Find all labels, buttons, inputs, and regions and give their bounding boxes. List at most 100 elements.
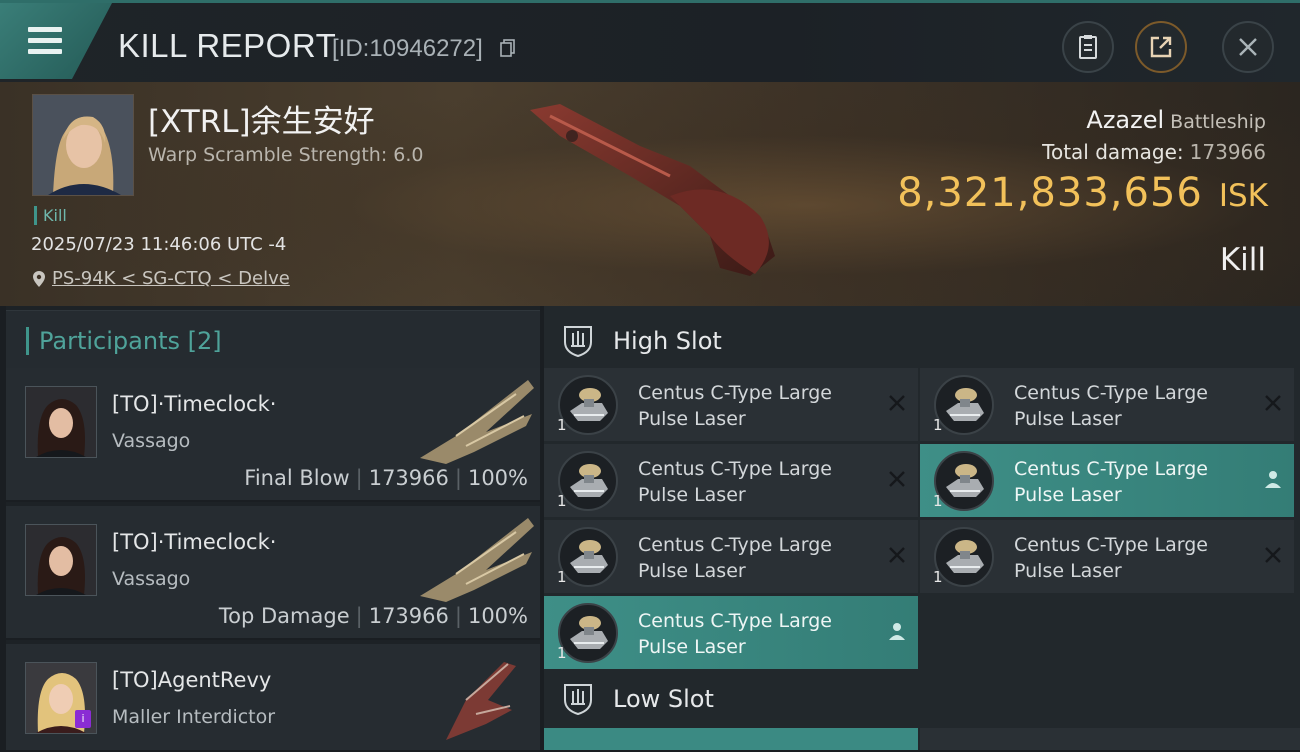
module-tile[interactable]: 1 Centus C-Type Large Pulse Laser [544, 368, 918, 441]
total-damage: Total damage: 173966 [1042, 140, 1266, 164]
module-name: Centus C-Type Large Pulse Laser [1014, 380, 1208, 432]
module-name-line1: Centus C-Type Large [1014, 458, 1208, 480]
module-quantity: 1 [557, 568, 567, 586]
shield-slot-icon [564, 684, 592, 716]
module-name: Centus C-Type Large Pulse Laser [638, 608, 832, 660]
participant-ship: Vassago [112, 568, 191, 590]
participant-avatar-image [26, 525, 96, 595]
warp-scramble-strength: Warp Scramble Strength: 6.0 [148, 144, 424, 166]
module-name-line2: Pulse Laser [1014, 408, 1122, 430]
menu-icon [28, 27, 62, 55]
module-name-line1: Centus C-Type Large [638, 382, 832, 404]
participant-avatar-image [26, 387, 96, 457]
participant-damage: 173966 [368, 466, 449, 490]
module-name-line2: Pulse Laser [1014, 484, 1122, 506]
module-name-line1: Centus C-Type Large [638, 458, 832, 480]
participant-damage: 173966 [368, 604, 449, 628]
participants-header[interactable]: Participants [2] [6, 310, 540, 369]
module-quantity: 1 [557, 644, 567, 662]
module-quantity: 1 [933, 568, 943, 586]
dropped-person-icon [1265, 471, 1281, 488]
destroyed-x-icon [889, 471, 905, 487]
participant-stats: Top Damage | 173966 | 100% [218, 604, 528, 628]
shield-slot-icon [564, 326, 592, 358]
low-slot-module-partial[interactable] [544, 728, 918, 750]
module-quantity: 1 [933, 416, 943, 434]
module-name-line2: Pulse Laser [638, 408, 746, 430]
module-name-line1: Centus C-Type Large [638, 534, 832, 556]
high-slot-label: High Slot [613, 327, 722, 355]
participant-ship-image [446, 662, 516, 740]
low-slot-header: Low Slot [544, 668, 1300, 730]
module-name: Centus C-Type Large Pulse Laser [638, 456, 832, 508]
participants-panel: Participants [2] [TO]·Timeclock· Vassago… [6, 306, 540, 752]
participant-ship: Vassago [112, 430, 191, 452]
module-name: Centus C-Type Large Pulse Laser [1014, 532, 1208, 584]
ship-name: Azazel [1086, 106, 1165, 134]
participant-stats: Final Blow | 173966 | 100% [244, 466, 528, 490]
page-title: KILL REPORT [118, 27, 337, 64]
isk-value: 8,321,833,656 ISK [897, 170, 1268, 216]
clipboard-button[interactable] [1062, 21, 1114, 73]
module-name-line2: Pulse Laser [638, 636, 746, 658]
module-quantity: 1 [557, 492, 567, 510]
participant-card[interactable]: [TO]·Timeclock· Vassago Top Damage | 17396… [6, 506, 540, 640]
participant-avatar[interactable] [25, 524, 97, 596]
module-tile[interactable]: 1 Centus C-Type Large Pulse Laser [544, 596, 918, 669]
module-name: Centus C-Type Large Pulse Laser [638, 380, 832, 432]
result-label: Kill [1219, 242, 1266, 278]
close-icon [1239, 38, 1257, 56]
share-button[interactable] [1135, 21, 1187, 73]
module-name-line2: Pulse Laser [638, 560, 746, 582]
module-tile[interactable]: 1 Centus C-Type Large Pulse Laser [920, 368, 1294, 441]
report-id: [ID:10946272] [332, 35, 483, 62]
kill-location[interactable]: PS-94K < SG-CTQ < Delve [32, 268, 290, 289]
victim-ship: Azazel Battleship [1086, 106, 1266, 134]
participants-label: Participants [2] [26, 327, 222, 355]
participant-ship-image [420, 518, 534, 602]
participant-role: Final Blow [244, 466, 350, 490]
participant-card[interactable]: i [TO]AgentRevy Maller Interdictor [6, 644, 540, 752]
total-damage-label: Total damage: [1042, 140, 1184, 164]
kill-datetime: 2025/07/23 11:46:06 UTC -4 [31, 234, 287, 255]
victim-ship-image [530, 104, 775, 276]
location-pin-icon [33, 271, 45, 287]
module-tile[interactable]: 1 Centus C-Type Large Pulse Laser [920, 444, 1294, 517]
victim-banner: [XTRL]余生安好 Warp Scramble Strength: 6.0 K… [0, 82, 1300, 306]
location-link[interactable]: PS-94K < SG-CTQ < Delve [52, 268, 290, 289]
menu-button[interactable] [0, 3, 112, 79]
ship-class: Battleship [1170, 111, 1266, 133]
copy-icon[interactable] [500, 39, 516, 57]
module-tile[interactable]: 1 Centus C-Type Large Pulse Laser [544, 444, 918, 517]
participant-percent: 100% [467, 466, 528, 490]
destroyed-x-icon [1265, 395, 1281, 411]
participant-card[interactable]: [TO]·Timeclock· Vassago Final Blow | 17396… [6, 368, 540, 502]
low-slot-label: Low Slot [613, 685, 714, 713]
participant-ship: Maller Interdictor [112, 706, 276, 728]
share-icon [1150, 36, 1172, 58]
dropped-person-icon [889, 623, 905, 640]
participant-name: [TO]·Timeclock· [112, 392, 277, 416]
module-name-line1: Centus C-Type Large [1014, 534, 1208, 556]
participant-name: [TO]·Timeclock· [112, 530, 277, 554]
victim-portrait[interactable] [32, 94, 134, 196]
module-name-line2: Pulse Laser [638, 484, 746, 506]
participant-percent: 100% [467, 604, 528, 628]
participant-role: Top Damage [218, 604, 350, 628]
module-name: Centus C-Type Large Pulse Laser [638, 532, 832, 584]
kill-tag: Kill [34, 206, 67, 225]
module-tile[interactable]: 1 Centus C-Type Large Pulse Laser [544, 520, 918, 593]
top-bar: KILL REPORT [ID:10946272] [0, 0, 1300, 85]
destroyed-x-icon [889, 547, 905, 563]
participant-avatar[interactable] [25, 386, 97, 458]
module-tile[interactable]: 1 Centus C-Type Large Pulse Laser [920, 520, 1294, 593]
module-name-line2: Pulse Laser [1014, 560, 1122, 582]
implant-badge: i [75, 710, 91, 728]
destroyed-x-icon [889, 395, 905, 411]
module-name: Centus C-Type Large Pulse Laser [1014, 456, 1208, 508]
destroyed-x-icon [1265, 547, 1281, 563]
participant-name: [TO]AgentRevy [112, 668, 272, 692]
low-slot-module-partial[interactable] [920, 728, 1300, 750]
victim-name: [XTRL]余生安好 [148, 104, 375, 140]
close-button[interactable] [1222, 21, 1274, 73]
